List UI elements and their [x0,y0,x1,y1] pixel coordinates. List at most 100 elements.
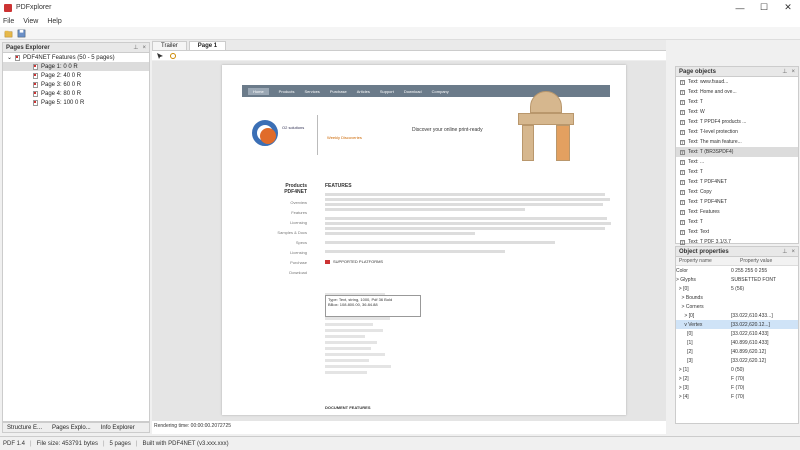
page-object-label: Text: W [688,109,705,115]
features-heading: FEATURES [325,183,352,189]
text-object-icon: T [680,89,685,95]
page-object-label: Text: T PDF4NET [688,179,727,185]
close-icon[interactable]: × [142,45,146,51]
property-value: 5 (56) [731,285,745,292]
property-row[interactable]: > Glyphs SUBSETTED FONT [676,275,798,284]
zoom-icon[interactable] [169,52,178,60]
page-nav-item: Download [403,88,422,94]
side-nav-title: Products PDF4NET [284,183,307,195]
property-value: [33.022,620.12...] [731,321,770,328]
page-object-row[interactable]: T Text: T [676,217,798,227]
property-name: > [0] [676,312,695,319]
page-object-row[interactable]: T Text: T PPDF4 products ... [676,117,798,127]
close-icon[interactable]: × [791,249,795,255]
page-object-label: Text: T PPDF4 products ... [688,119,747,125]
property-row[interactable]: [0] [33.022,610.433] [676,329,798,338]
page-object-label: Text: Home and ove... [688,89,737,95]
document-tabs: Trailer Page 1 [152,40,666,51]
page-object-row[interactable]: T Text: T-level protection [676,127,798,137]
select-icon[interactable] [156,52,165,60]
tab-page-1[interactable]: Page 1 [188,41,227,50]
property-name: v Vertex [676,321,703,328]
pdf-version: PDF 1.4 [3,440,26,447]
property-row[interactable]: > [0] 5 (56) [676,284,798,293]
title-bar: PDFxplorer — ☐ ✕ [0,0,800,15]
property-value: SUBSETTED FONT [731,276,777,283]
page-object-row[interactable]: T Text: T (BR3SPDF4) [676,147,798,157]
tab-trailer[interactable]: Trailer [152,41,187,50]
tab-structure-explorer[interactable]: Structure E... [3,425,42,431]
property-row[interactable]: > [2] F (70) [676,374,798,383]
tree-page[interactable]: Page 2: 40 0 R [3,71,149,80]
supported-platforms-heading: SUPPORTED PLATFORMS [325,259,615,264]
logo-text: O2 solutions [282,125,305,130]
page-object-row[interactable]: T Text: Text [676,227,798,237]
page-object-row[interactable]: T Text: The main feature... [676,137,798,147]
page-object-row[interactable]: T Text: T PDF4NET [676,177,798,187]
property-row[interactable]: > [0] [33.022,610.433...] [676,311,798,320]
property-row[interactable]: > Bounds [676,293,798,302]
menu-view[interactable]: View [23,18,38,25]
property-name: > Glyphs [676,276,696,283]
page-object-row[interactable]: T Text: Features [676,207,798,217]
page-object-label: Text: Features [688,209,720,215]
page-object-row[interactable]: T Text: ... [676,157,798,167]
property-name: [2] [676,348,693,355]
page-object-row[interactable]: T Text: www.fsaud... [676,77,798,87]
close-icon[interactable]: × [791,69,795,75]
side-nav-item: Licensing [290,250,307,255]
tab-info-explorer[interactable]: Info Explorer [97,425,135,431]
side-nav-item: Licensing [290,220,307,225]
collapse-icon[interactable]: ⌄ [7,54,12,61]
page-count: 5 pages [109,440,131,447]
text-object-icon: T [680,129,685,135]
property-name: > [3] [676,384,689,391]
page-object-row[interactable]: T Text: T PDF4NET [676,197,798,207]
pin-icon[interactable]: ⊥ [782,68,787,75]
minimize-button[interactable]: — [728,3,752,13]
pin-icon[interactable]: ⊥ [782,248,787,255]
tree-root[interactable]: ⌄ PDF4NET Features (50 - 5 pages) [3,53,149,62]
col-property-value: Property value [740,258,773,264]
properties-column-header: Property name Property value [676,257,798,266]
page-icon [33,72,38,79]
property-row[interactable]: > Corners [676,302,798,311]
menu-file[interactable]: File [3,18,14,25]
page-object-row[interactable]: T Text: W [676,107,798,117]
property-row[interactable]: [1] [40.899,610.433] [676,338,798,347]
property-row[interactable]: > [1] 0 (50) [676,365,798,374]
rendered-page[interactable]: Home Products Services Purchase Articles… [222,65,626,415]
tree-page[interactable]: Page 5: 100 0 R [3,98,149,107]
save-icon[interactable] [17,29,26,38]
tree-page-label: Page 2: 40 0 R [41,72,82,79]
property-row[interactable]: > [3] F (70) [676,383,798,392]
property-row[interactable]: [3] [33.022,620.12] [676,356,798,365]
menu-help[interactable]: Help [47,18,61,25]
page-object-row[interactable]: T Text: Copy [676,187,798,197]
page-object-row[interactable]: T Text: Home and ove... [676,87,798,97]
object-properties-panel: Object properties ⊥ × Property name Prop… [675,246,799,424]
property-row[interactable]: v Vertex [33.022,620.12...] [676,320,798,329]
page-object-row[interactable]: T Text: T [676,97,798,107]
property-row[interactable]: [2] [40.899,620.12] [676,347,798,356]
property-row[interactable]: Color 0 255 255 0 255 [676,266,798,275]
text-object-icon: T [680,189,685,195]
page-object-label: Text: T PDF4NET [688,199,727,205]
pin-icon[interactable]: ⊥ [133,44,138,51]
page-nav-item: Home [248,87,269,95]
tree-page[interactable]: Page 4: 80 0 R [3,89,149,98]
property-row[interactable]: > [4] F (70) [676,392,798,401]
close-button[interactable]: ✕ [776,2,800,13]
maximize-button[interactable]: ☐ [752,2,776,13]
page-object-row[interactable]: T Text: T [676,167,798,177]
tree-page[interactable]: Page 3: 60 0 R [3,80,149,89]
tree-page[interactable]: Page 1: 0 0 R [3,62,149,71]
page-objects-list[interactable]: T Text: www.fsaud... T Text: Home and ove..… [676,77,798,257]
tab-pages-explorer[interactable]: Pages Explo... [48,425,91,431]
page-object-label: Text: T-level protection [688,129,738,135]
properties-list[interactable]: Color 0 255 255 0 255 > Glyphs SUBSETTED FO… [676,266,798,401]
open-folder-icon[interactable] [4,29,13,38]
page-viewer[interactable]: Home Products Services Purchase Articles… [152,61,666,421]
col-property-name: Property name [679,258,712,264]
page-object-label: Text: T PDF 3.1/3.7 [688,239,731,245]
